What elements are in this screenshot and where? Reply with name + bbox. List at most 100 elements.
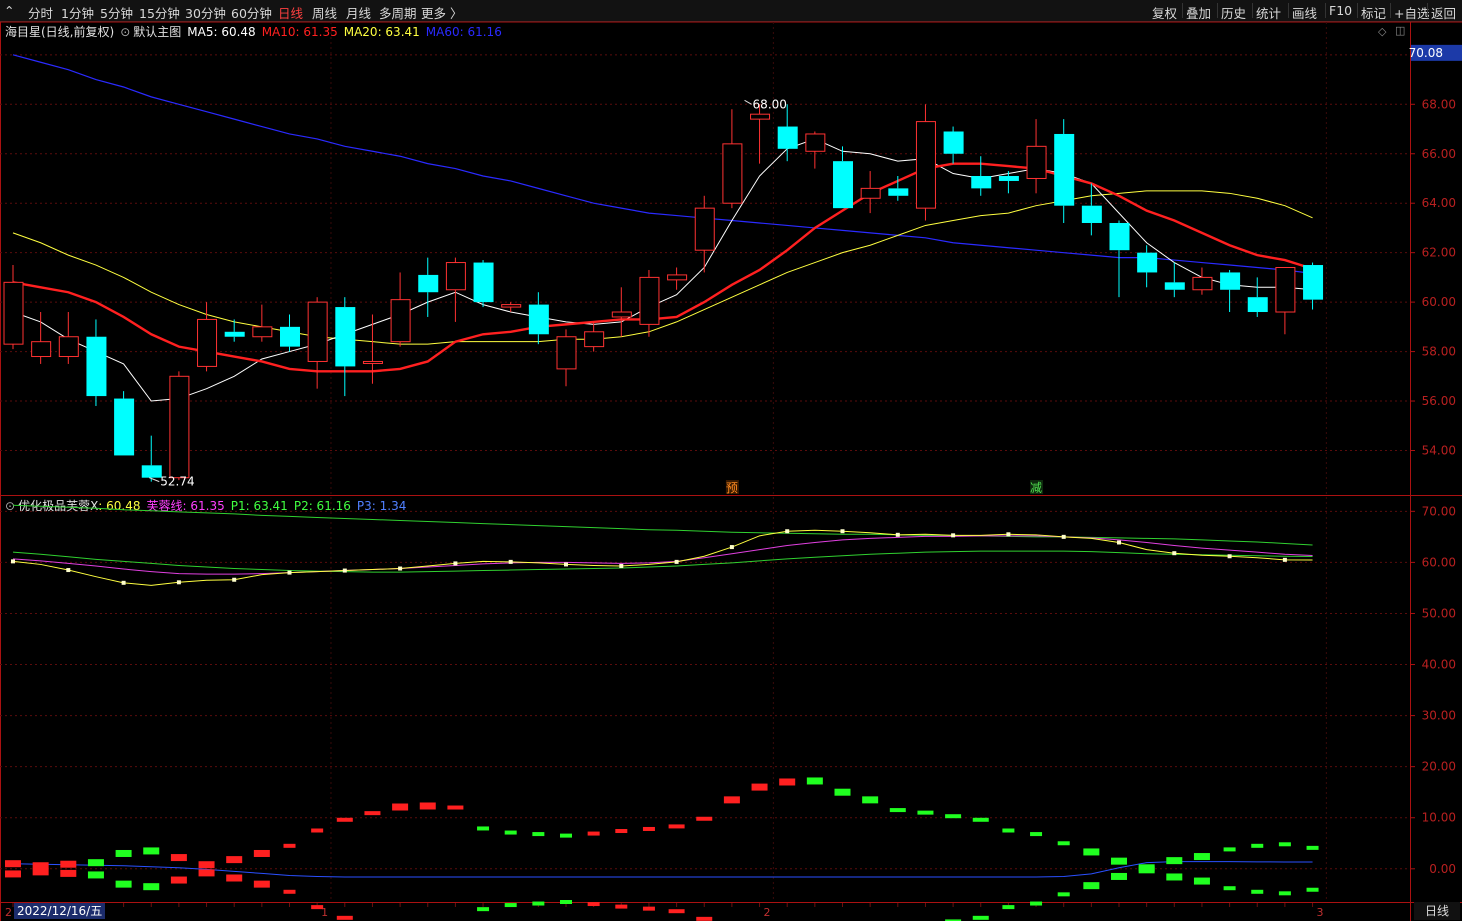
x-dot <box>1061 534 1066 539</box>
x-dot <box>398 566 403 571</box>
candle-body <box>584 331 605 348</box>
x-dot <box>508 559 513 564</box>
event-marker-pre-label: 预 <box>726 481 738 495</box>
x-dot <box>951 533 956 538</box>
osc-dash-down <box>1251 889 1264 894</box>
osc-dash-down <box>115 880 132 888</box>
candle-body <box>473 262 494 303</box>
sub-tick-label: 40.00 <box>1422 658 1456 672</box>
candle-body <box>1054 133 1075 206</box>
osc-dash-up <box>532 832 545 837</box>
candle-body <box>750 113 771 120</box>
osc-dash-down <box>87 871 104 879</box>
candle-body <box>1192 276 1213 291</box>
candle-body <box>1109 222 1130 251</box>
x-dot <box>785 529 790 534</box>
event-marker-cut-label: 减 <box>1030 481 1042 495</box>
current-price-label: 70.08 <box>1409 46 1443 60</box>
osc-dash-up <box>143 847 160 855</box>
candle-body <box>971 176 992 189</box>
sub-tick-label: 0.00 <box>1429 862 1456 876</box>
osc-dash-down <box>668 909 685 914</box>
candle-body <box>998 176 1019 181</box>
candle-body <box>1081 205 1102 223</box>
x-line <box>12 529 1313 586</box>
x-dot <box>287 570 292 575</box>
panel-toggle-icon[interactable]: ◫ <box>1395 24 1405 37</box>
osc-dash-up <box>1057 841 1070 846</box>
osc-dash-up <box>447 805 464 810</box>
candle-body <box>3 281 24 345</box>
osc-dash-down <box>1057 892 1070 897</box>
candle-body <box>888 188 909 196</box>
candle-body <box>694 207 715 251</box>
osc-dash-up <box>696 816 713 821</box>
sub-tick-label: 50.00 <box>1422 606 1456 620</box>
candle-body <box>556 336 577 370</box>
high-marker <box>744 99 752 105</box>
osc-dash-up <box>504 830 517 835</box>
osc-dash-down <box>1138 866 1155 874</box>
x-dot <box>564 562 568 567</box>
period-label[interactable]: 日线 <box>1414 902 1460 920</box>
candle-body <box>1164 282 1185 290</box>
osc-dash-up <box>668 824 685 829</box>
x-dot <box>1117 540 1121 545</box>
osc-dash-up <box>834 788 851 796</box>
osc-dash-down <box>560 900 572 904</box>
candle-body <box>1220 272 1241 290</box>
candle-body <box>1137 252 1158 273</box>
osc-dash-down <box>972 915 989 920</box>
candle-body <box>667 274 688 281</box>
osc-dash-down <box>504 903 517 908</box>
candle-body <box>860 187 881 199</box>
osc-dash-down <box>1030 901 1043 906</box>
candle-body <box>1275 267 1296 313</box>
x-dot <box>66 568 71 573</box>
candle-body <box>141 465 162 478</box>
osc-dash-up <box>723 796 740 804</box>
p1-line <box>12 504 1313 546</box>
candle-body <box>114 398 135 456</box>
candle-body <box>418 274 439 293</box>
sub-tick-label: 10.00 <box>1422 811 1456 825</box>
chart-area: 54.00 56.00 58.00 60.00 62.00 64.00 66.00 68.00… <box>0 21 1462 921</box>
osc-dash-up <box>198 861 215 869</box>
osc-dash-up <box>336 817 353 822</box>
x-dot <box>176 580 181 585</box>
osc-dash-down <box>32 868 49 876</box>
high-label: 68.00 <box>753 97 787 111</box>
candle-body <box>445 262 466 291</box>
osc-dash-down <box>1002 905 1015 910</box>
osc-dash-up <box>311 828 324 833</box>
candle-body <box>777 126 798 149</box>
osc-dash-up <box>1306 845 1319 850</box>
diamond-icon[interactable]: ◇ <box>1378 25 1386 38</box>
candle-body <box>58 336 79 358</box>
osc-dash-up <box>283 843 296 848</box>
osc-dash-down <box>1223 886 1236 891</box>
main-tick-label: 60.00 <box>1422 295 1456 309</box>
osc-dash-up <box>615 829 628 834</box>
osc-dash-down <box>311 905 324 910</box>
candle-body <box>1247 297 1268 313</box>
candle-body <box>169 375 190 479</box>
candle-body <box>224 331 245 337</box>
x-dot <box>342 568 347 573</box>
osc-dash-down <box>1166 873 1183 881</box>
osc-dash-up <box>1030 832 1043 837</box>
month-label: 2 <box>5 906 12 919</box>
osc-dash-up <box>1083 848 1100 856</box>
x-dot <box>121 580 126 585</box>
x-dot <box>11 559 15 564</box>
osc-dash-down <box>642 906 655 911</box>
candle-body <box>362 360 383 364</box>
osc-dash-up <box>87 859 104 867</box>
osc-dash-down <box>1193 877 1210 885</box>
osc-dash-up <box>1223 847 1236 852</box>
candle-body <box>335 307 356 367</box>
osc-dash-up <box>917 810 934 815</box>
osc-dash-up <box>587 831 600 836</box>
osc-dash-up <box>806 777 823 785</box>
month-label: 3 <box>1317 906 1324 919</box>
